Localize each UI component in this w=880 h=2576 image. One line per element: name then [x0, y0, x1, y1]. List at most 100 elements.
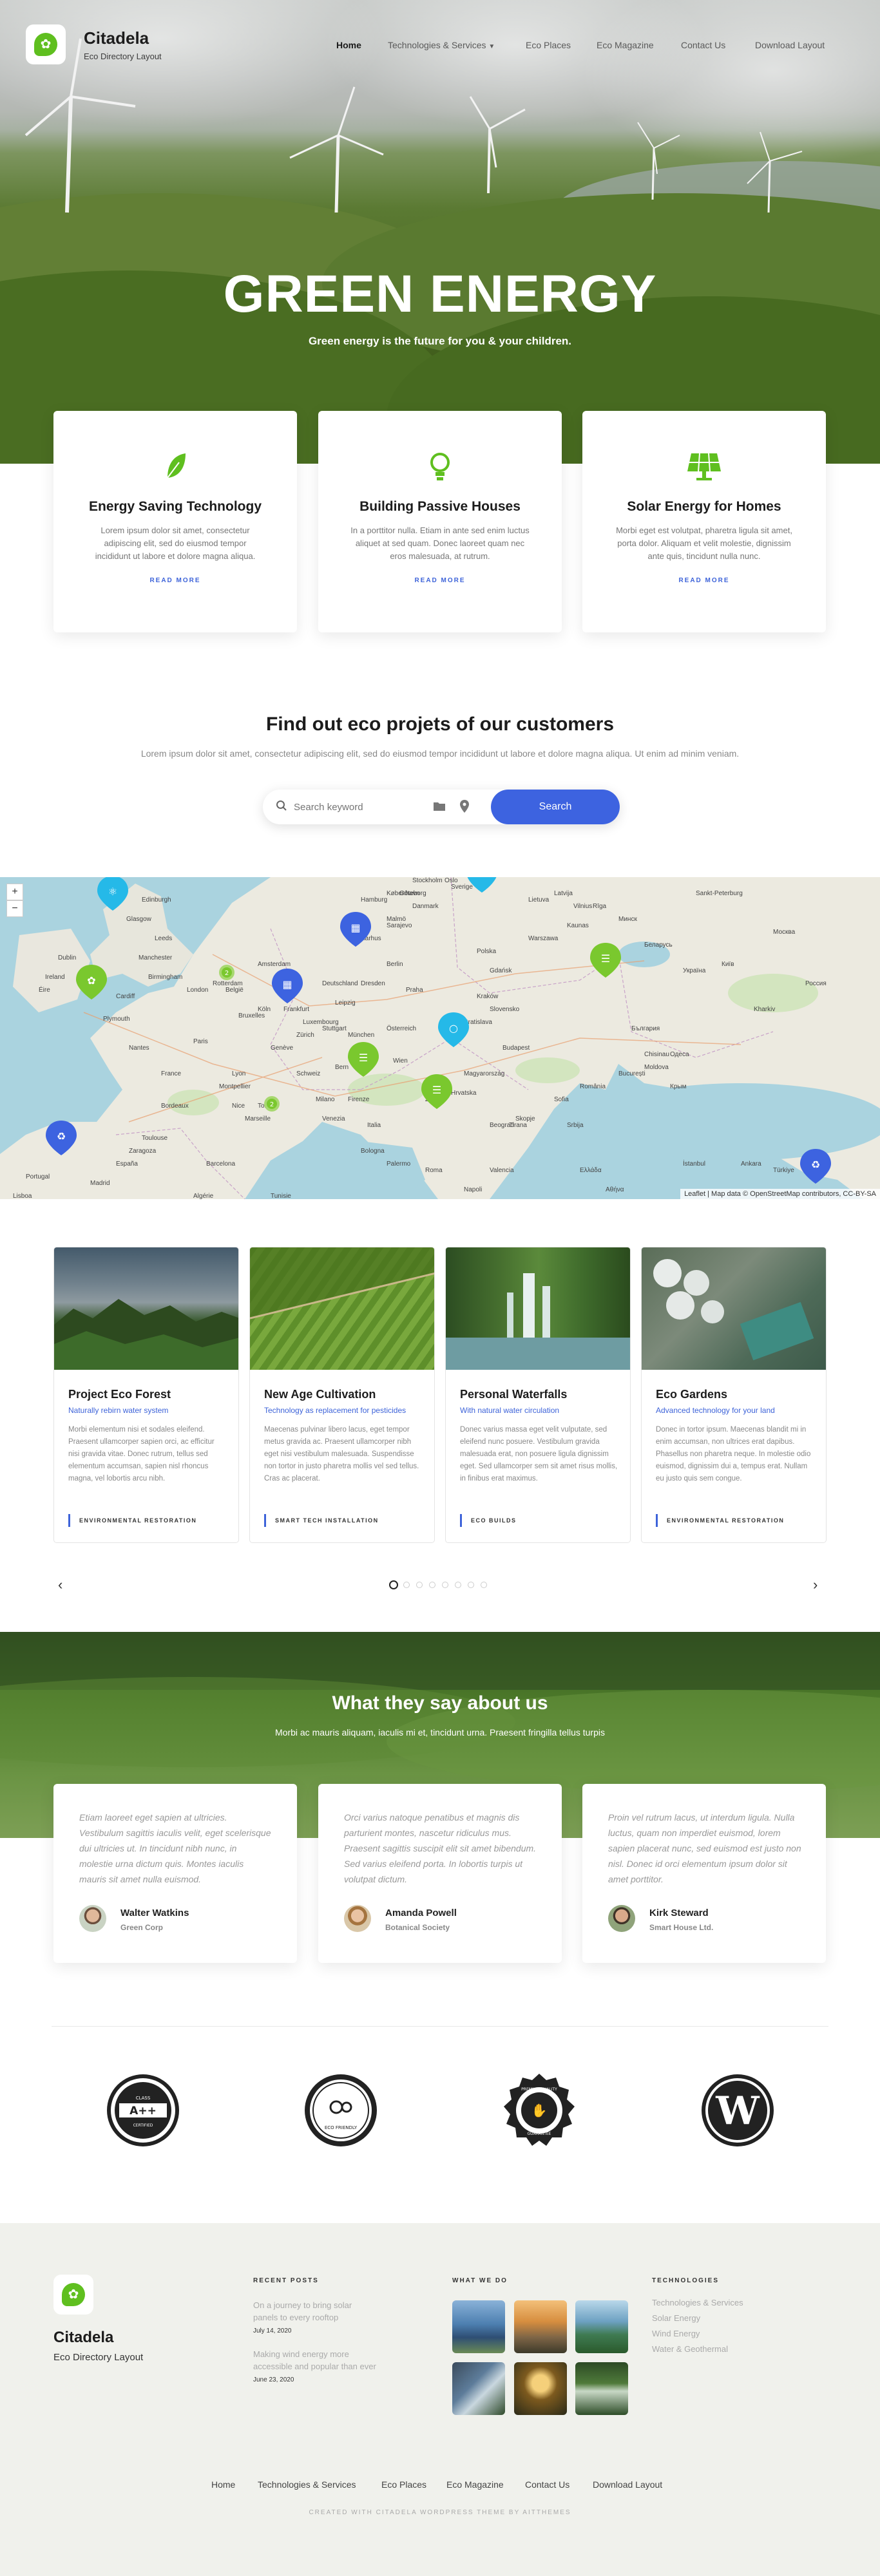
gallery-thumb-bulb[interactable] [514, 2362, 567, 2415]
map-marker-recycle[interactable]: ♻ [46, 1121, 77, 1155]
footer-tech-link[interactable]: Technologies & Services [652, 2297, 743, 2309]
carousel-dot[interactable] [429, 1582, 435, 1588]
svg-text:✋: ✋ [531, 2103, 548, 2118]
carousel-prev-arrow-icon[interactable]: ‹ [58, 1577, 62, 1593]
map-marker-solar[interactable]: ☰ [590, 943, 621, 978]
projects-map[interactable]: Edinburgh Glasgow Leeds Manchester Birmingha… [0, 877, 880, 1199]
footer-nav-eco-magazine[interactable]: Eco Magazine [446, 2479, 504, 2490]
carousel-dot[interactable] [442, 1582, 448, 1588]
map-marker-leaf[interactable]: ✿ [76, 965, 107, 999]
footer-logo[interactable]: ✿ [53, 2275, 93, 2315]
footer-tech-link[interactable]: Solar Energy [652, 2312, 700, 2324]
feature-text: Morbi eget est volutpat, pharetra ligula… [616, 526, 792, 561]
map-cluster-marker[interactable]: 2 [219, 965, 234, 980]
gallery-thumb-panels[interactable] [452, 2362, 505, 2415]
feature-card: Building Passive Houses In a porttitor n… [318, 411, 562, 632]
map-marker-lightbulb[interactable]: ○ [438, 1012, 469, 1047]
recent-post-link[interactable]: On a journey to bring solar panels to ev… [253, 2299, 369, 2324]
svg-text:○: ○ [449, 1022, 458, 1034]
map-marker-water[interactable]: ⚛ [97, 877, 128, 911]
project-card[interactable]: Eco Gardens Advanced technology for your… [641, 1247, 827, 1543]
wordpress-badge-icon: W [700, 2072, 776, 2148]
footer-nav-technologies[interactable]: Technologies & Services [258, 2479, 356, 2490]
search-input[interactable] [294, 797, 416, 817]
folder-icon[interactable] [433, 801, 446, 815]
read-more-link[interactable]: READ MORE [582, 577, 826, 584]
project-category[interactable]: SMART TECH INSTALLATION [264, 1514, 379, 1527]
map-marker-building[interactable]: ▦ [340, 912, 371, 947]
project-title[interactable]: Eco Gardens [656, 1388, 727, 1401]
carousel-dot[interactable] [389, 1580, 398, 1589]
project-category[interactable]: ENVIRONMENTAL RESTORATION [68, 1514, 196, 1527]
feature-card: Solar Energy for Homes Morbi eget est vo… [582, 411, 826, 632]
carousel-dot[interactable] [468, 1582, 474, 1588]
map-marker-water[interactable] [466, 877, 497, 893]
footer-nav-contact-us[interactable]: Contact Us [525, 2479, 569, 2490]
map-marker-building[interactable]: ▦ [272, 969, 303, 1003]
testimonial-quote: Orci varius natoque penatibus et magnis … [344, 1812, 537, 1884]
project-category[interactable]: ENVIRONMENTAL RESTORATION [656, 1514, 784, 1527]
gallery-thumb-wind[interactable] [514, 2300, 567, 2353]
project-title[interactable]: Project Eco Forest [68, 1388, 171, 1401]
read-more-link[interactable]: READ MORE [53, 577, 297, 584]
hero-title: GREEN ENERGY [223, 265, 657, 323]
footer-tech-link[interactable]: Water & Geothermal [652, 2343, 728, 2355]
svg-text:⚛: ⚛ [108, 886, 117, 898]
recent-posts-heading: RECENT POSTS [253, 2277, 319, 2284]
project-text: Morbi elementum nisi et sodales eleifend… [68, 1426, 215, 1482]
svg-text:▦: ▦ [350, 922, 360, 934]
gallery-thumb-dam[interactable] [575, 2300, 628, 2353]
leaf-icon [53, 451, 297, 487]
footer-nav-eco-places[interactable]: Eco Places [381, 2479, 426, 2490]
carousel-dot[interactable] [481, 1582, 487, 1588]
project-card[interactable]: Project Eco Forest Naturally rebirn wate… [53, 1247, 239, 1543]
footer-nav-download-layout[interactable]: Download Layout [593, 2479, 662, 2490]
recent-post-link[interactable]: Making wind energy more accessible and p… [253, 2348, 388, 2372]
gallery-thumb-waterfall[interactable] [575, 2362, 628, 2415]
eco-friendly-badge-icon: ECO FRIENDLY [303, 2072, 379, 2148]
map-attribution[interactable]: Leaflet | Map data © OpenStreetMap contr… [680, 1189, 880, 1199]
read-more-link[interactable]: READ MORE [318, 577, 562, 584]
nav-eco-magazine[interactable]: Eco Magazine [597, 40, 654, 50]
map-marker-solar[interactable]: ☰ [348, 1042, 379, 1077]
carousel-dot[interactable] [455, 1582, 461, 1588]
carousel-next-arrow-icon[interactable]: › [813, 1577, 818, 1593]
footer-nav-home[interactable]: Home [211, 2479, 235, 2490]
svg-text:✿: ✿ [87, 974, 95, 987]
project-category[interactable]: ECO BUILDS [460, 1514, 517, 1527]
nav-home[interactable]: Home [336, 40, 361, 50]
project-card[interactable]: Personal Waterfalls With natural water c… [445, 1247, 631, 1543]
site-logo[interactable]: ✿ [26, 24, 66, 64]
nav-eco-places[interactable]: Eco Places [526, 40, 571, 50]
find-projects-subtitle: Lorem ipsum dolor sit amet, consectetur … [140, 748, 740, 759]
carousel-dot[interactable] [403, 1582, 410, 1588]
project-title[interactable]: Personal Waterfalls [460, 1388, 567, 1401]
testimonial-card: Etiam laoreet eget sapien at ultricies. … [53, 1784, 297, 1963]
svg-text:☰: ☰ [432, 1084, 441, 1096]
footer-copyright: CREATED WITH CITADELA WORDPRESS THEME BY… [309, 2509, 571, 2516]
carousel-dot[interactable] [416, 1582, 423, 1588]
location-pin-icon[interactable] [460, 800, 469, 816]
nav-technologies[interactable]: Technologies & Services ▼ [388, 40, 495, 50]
avatar [608, 1905, 635, 1932]
map-cluster-marker[interactable]: 2 [264, 1096, 280, 1112]
footer-tech-link[interactable]: Wind Energy [652, 2327, 700, 2340]
nav-contact-us[interactable]: Contact Us [681, 40, 725, 50]
svg-text:A++: A++ [129, 2105, 157, 2117]
feature-text: Lorem ipsum dolor sit amet, consectetur … [95, 526, 256, 561]
project-image-forest [54, 1247, 238, 1370]
map-marker-recycle[interactable]: ♻ [800, 1149, 831, 1184]
site-title[interactable]: Citadela [84, 28, 149, 48]
project-text: Donec varius massa eget velit vulputate,… [460, 1426, 618, 1482]
map-marker-solar[interactable]: ☰ [421, 1074, 452, 1109]
project-title[interactable]: New Age Cultivation [264, 1388, 376, 1401]
project-tagline: Technology as replacement for pesticides [264, 1406, 407, 1415]
project-card[interactable]: New Age Cultivation Technology as replac… [249, 1247, 435, 1543]
footer-brand[interactable]: Citadela [53, 2329, 113, 2347]
svg-text:ECO FRIENDLY: ECO FRIENDLY [325, 2125, 358, 2130]
search-button[interactable]: Search [491, 790, 620, 824]
nav-download-layout[interactable]: Download Layout [755, 40, 825, 50]
testimonial-quote: Proin vel rutrum lacus, ut interdum ligu… [608, 1812, 801, 1884]
testimonial-company: Green Corp [120, 1923, 164, 1932]
gallery-thumb-solar[interactable] [452, 2300, 505, 2353]
